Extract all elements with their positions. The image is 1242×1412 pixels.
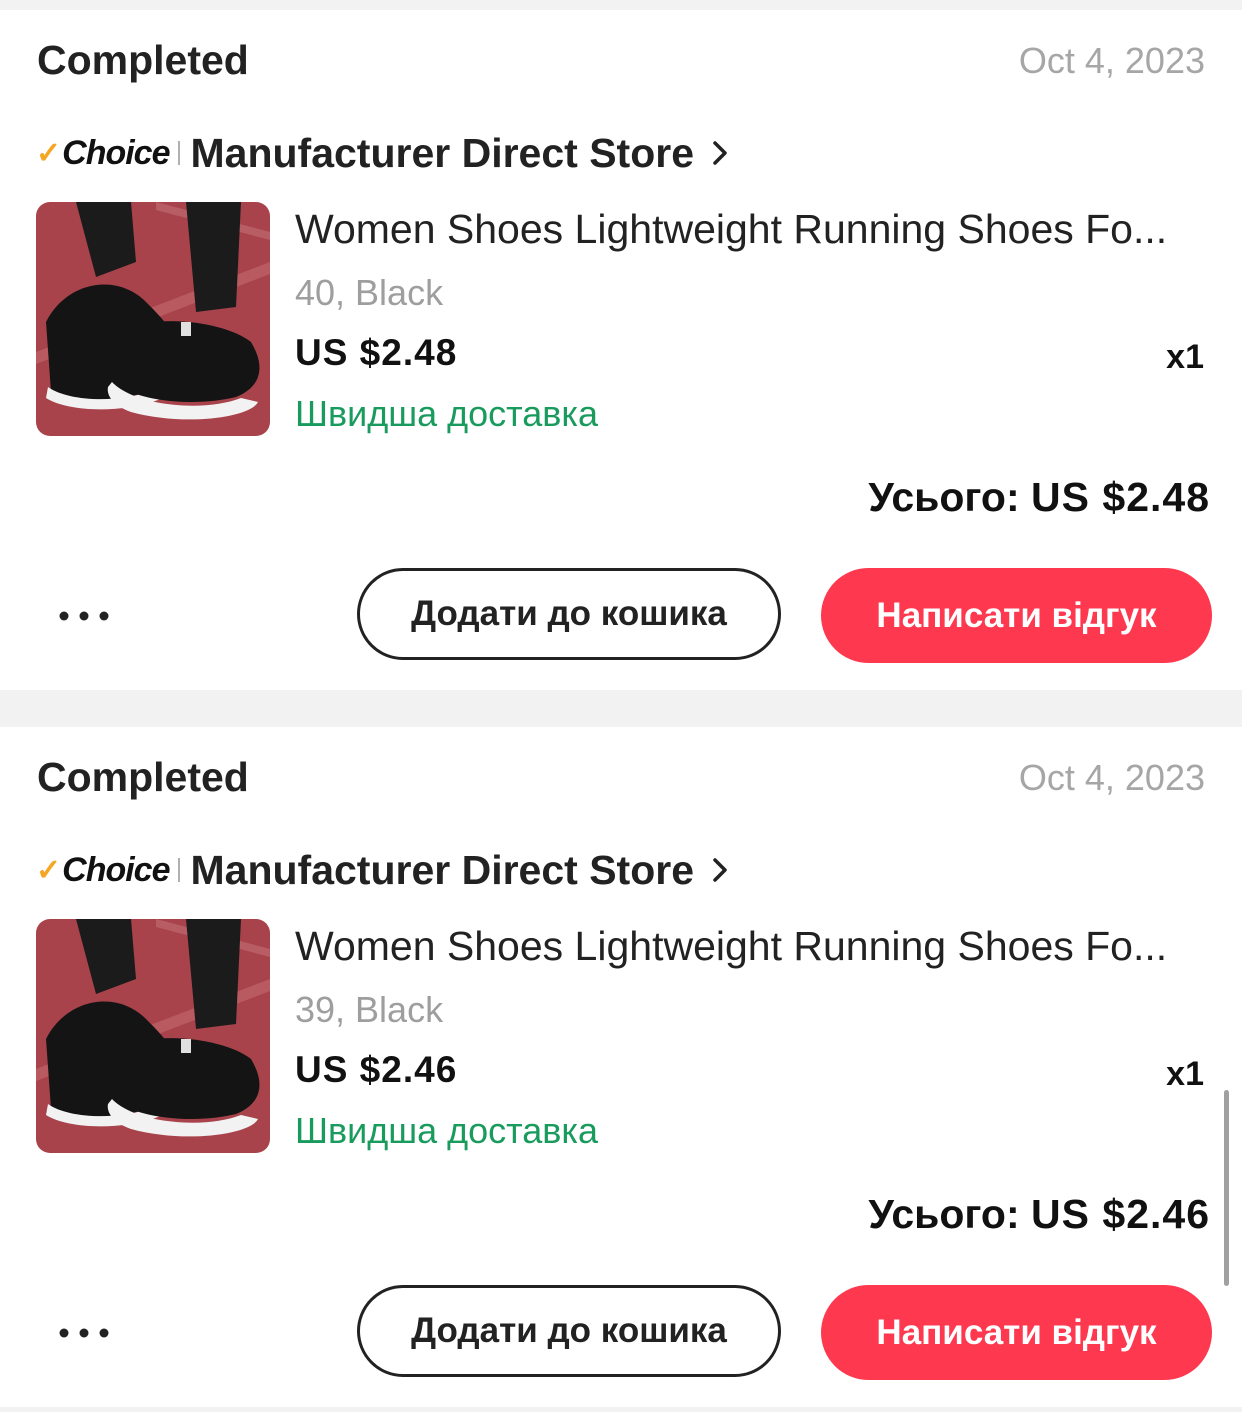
badge-divider (177, 141, 180, 165)
order-card: Completed Oct 4, 2023 ✓ Choice Manufactu… (0, 727, 1242, 1407)
order-total: Усього: US $2.48 (868, 474, 1210, 521)
order-total-label: Усього: (868, 1191, 1020, 1237)
badge-divider (177, 858, 180, 882)
product-variant: 40, Black (295, 272, 444, 313)
store-name: Manufacturer Direct Store (190, 846, 695, 893)
store-name: Manufacturer Direct Store (190, 129, 695, 176)
write-review-button[interactable]: Написати відгук (821, 1285, 1212, 1380)
product-variant: 39, Black (295, 989, 444, 1030)
more-options-button[interactable] (52, 1307, 116, 1359)
choice-badge: ✓ Choice (36, 128, 171, 178)
product-image[interactable] (36, 202, 270, 436)
store-link[interactable]: ✓ Choice Manufacturer Direct Store (36, 128, 728, 178)
order-card: Completed Oct 4, 2023 ✓ Choice Manufactu… (0, 10, 1242, 690)
chevron-right-icon (712, 140, 728, 166)
scrollbar[interactable] (1224, 1090, 1229, 1286)
order-date: Oct 4, 2023 (1018, 40, 1205, 81)
delivery-label: Швидша доставка (295, 1110, 598, 1151)
chevron-right-icon (712, 857, 728, 883)
more-options-button[interactable] (52, 590, 116, 642)
checkmark-icon: ✓ (36, 136, 62, 170)
store-link[interactable]: ✓ Choice Manufacturer Direct Store (36, 845, 728, 895)
order-total-label: Усього: (868, 474, 1020, 520)
choice-badge: ✓ Choice (36, 845, 171, 895)
order-total: Усього: US $2.46 (868, 1191, 1210, 1238)
order-status: Completed (37, 37, 249, 83)
delivery-label: Швидша доставка (295, 393, 598, 434)
order-status: Completed (37, 754, 249, 800)
more-horizontal-icon (59, 1328, 109, 1338)
more-horizontal-icon (59, 611, 109, 621)
product-price: US $2.48 (295, 332, 458, 373)
product-quantity: x1 (1166, 1055, 1204, 1093)
order-total-value: US $2.48 (1031, 474, 1210, 520)
product-price: US $2.46 (295, 1049, 458, 1090)
product-title[interactable]: Women Shoes Lightweight Running Shoes Fo… (295, 206, 1205, 253)
order-date: Oct 4, 2023 (1018, 757, 1205, 798)
orders-page: Completed Oct 4, 2023 ✓ Choice Manufactu… (0, 0, 1242, 1412)
checkmark-icon: ✓ (36, 853, 62, 887)
order-total-value: US $2.46 (1031, 1191, 1210, 1237)
product-quantity: x1 (1166, 338, 1204, 376)
product-title[interactable]: Women Shoes Lightweight Running Shoes Fo… (295, 923, 1205, 970)
choice-badge-label: Choice (62, 850, 170, 889)
write-review-button[interactable]: Написати відгук (821, 568, 1212, 663)
choice-badge-label: Choice (62, 133, 170, 172)
add-to-cart-button[interactable]: Додати до кошика (357, 1285, 781, 1377)
add-to-cart-button[interactable]: Додати до кошика (357, 568, 781, 660)
product-image[interactable] (36, 919, 270, 1153)
